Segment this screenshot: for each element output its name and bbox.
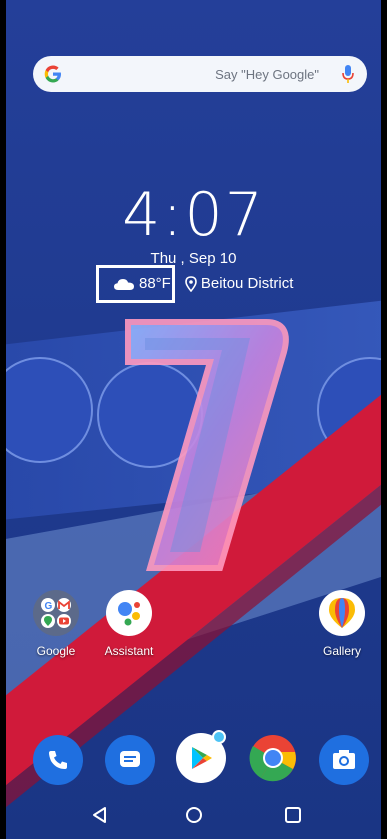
weather-location: Beitou District bbox=[200, 275, 294, 292]
notification-dot bbox=[212, 730, 226, 744]
camera-icon bbox=[319, 735, 369, 785]
app-assistant[interactable]: Assistant bbox=[94, 590, 164, 658]
app-label: Assistant bbox=[104, 644, 154, 658]
google-search-bar[interactable]: Say "Hey Google" bbox=[33, 56, 367, 92]
home-icon[interactable] bbox=[184, 805, 204, 825]
cloud-icon bbox=[114, 278, 134, 290]
search-hint: Say "Hey Google" bbox=[215, 67, 319, 82]
dock-play-store[interactable] bbox=[176, 730, 226, 783]
phone-icon bbox=[33, 735, 83, 785]
app-label: Google bbox=[36, 644, 76, 658]
dock-chrome[interactable] bbox=[248, 733, 298, 783]
dock-messages[interactable] bbox=[105, 735, 155, 785]
clock-date[interactable]: Thu , Sep 10 bbox=[0, 250, 387, 267]
clock-time[interactable]: 4:07 bbox=[0, 180, 387, 250]
weather-widget[interactable]: 88°F Beitou District bbox=[113, 275, 293, 292]
chrome-icon bbox=[248, 733, 298, 783]
back-icon[interactable] bbox=[90, 805, 110, 825]
weather-temperature: 88°F bbox=[139, 275, 171, 292]
svg-text:G: G bbox=[45, 601, 53, 612]
messages-icon bbox=[105, 735, 155, 785]
dock-phone[interactable] bbox=[33, 735, 83, 785]
google-logo-icon bbox=[44, 65, 61, 83]
app-google-folder[interactable]: G Google bbox=[21, 590, 91, 658]
app-label: Gallery bbox=[322, 644, 361, 658]
wallpaper bbox=[0, 0, 387, 839]
google-folder-icon: G bbox=[33, 590, 79, 636]
dock-camera[interactable] bbox=[319, 735, 369, 785]
microphone-icon[interactable] bbox=[341, 64, 355, 84]
location-pin-icon bbox=[185, 275, 197, 292]
app-gallery[interactable]: Gallery bbox=[307, 590, 377, 658]
assistant-icon bbox=[106, 590, 152, 636]
recents-icon[interactable] bbox=[283, 805, 303, 825]
gallery-icon bbox=[319, 590, 365, 636]
navigation-bar bbox=[0, 791, 387, 839]
